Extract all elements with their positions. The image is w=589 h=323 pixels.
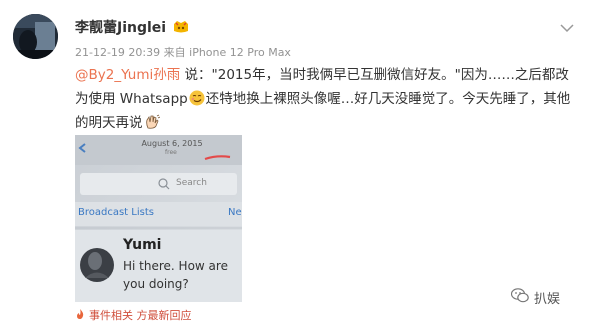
post-meta: 21-12-19 20:39 来自 iPhone 12 Pro Max bbox=[75, 44, 291, 60]
mention-link[interactable]: @By2_Yumi孙雨 bbox=[75, 67, 180, 83]
topic-tag[interactable]: 事件相关 方最新回应 bbox=[75, 307, 192, 323]
embedded-screenshot[interactable]: August 6, 2015 free Search Broadcast Lis… bbox=[75, 135, 242, 302]
smirk-face-icon bbox=[189, 90, 205, 106]
topic-tag-label: 事件相关 方最新回应 bbox=[89, 309, 192, 322]
username-row: 李靓蕾Jinglei bbox=[75, 17, 190, 37]
embed-message-line2: you doing? bbox=[123, 277, 189, 291]
wechat-logo-icon bbox=[510, 288, 529, 307]
hot-topic-icon bbox=[75, 308, 85, 322]
post-source: 来自 iPhone 12 Pro Max bbox=[163, 46, 291, 59]
username[interactable]: 李靓蕾Jinglei bbox=[75, 17, 166, 37]
avatar-photo bbox=[13, 14, 58, 59]
embed-date: August 6, 2015 bbox=[141, 139, 203, 148]
post-body: @By2_Yumi孙雨 说："2015年，当时我俩早已互删微信好友。"因为……之… bbox=[75, 63, 575, 135]
embed-broadcast: Broadcast Lists bbox=[78, 207, 154, 218]
avatar[interactable] bbox=[13, 14, 58, 59]
waving-hand-icon bbox=[144, 114, 160, 130]
embed-new: Ne bbox=[228, 207, 242, 218]
embed-message-line1: Hi there. How are bbox=[123, 259, 228, 273]
chevron-down-icon[interactable] bbox=[560, 18, 574, 33]
watermark-text: 扒娱 bbox=[534, 292, 561, 307]
vip-badge-icon bbox=[172, 20, 190, 34]
watermark: 扒娱 bbox=[510, 288, 561, 307]
embed-sub: free bbox=[165, 149, 177, 156]
post-time[interactable]: 21-12-19 20:39 bbox=[75, 46, 160, 59]
embed-contact-name: Yumi bbox=[123, 237, 162, 253]
embed-search: Search bbox=[176, 178, 207, 188]
